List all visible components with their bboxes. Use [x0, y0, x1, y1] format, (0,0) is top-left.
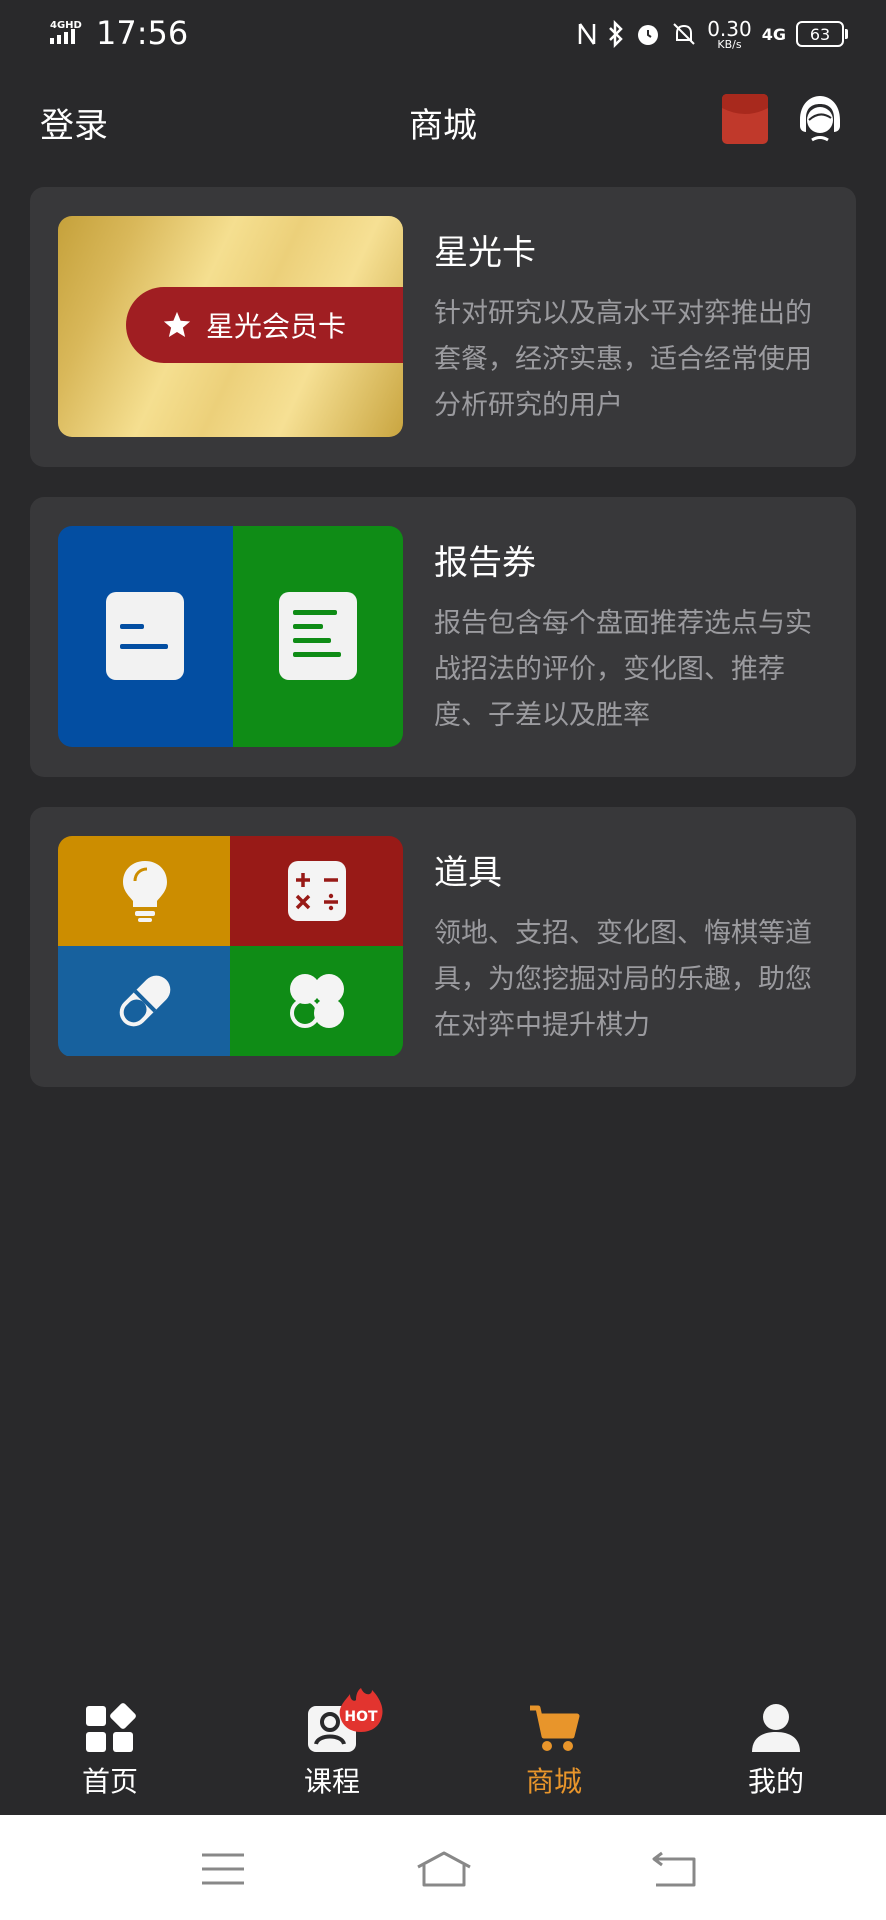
card-description: 针对研究以及高水平对弈推出的套餐，经济实惠，适合经常使用分析研究的用户 — [434, 298, 812, 421]
report-voucher-image — [58, 526, 403, 747]
star-card-image: 星光会员卡 — [58, 216, 403, 437]
nav-label: 首页 — [81, 1765, 138, 1798]
store-page: 4GHD 17:56 0.30 KB/s 4G 63 登录 商城 星光会员卡 星… — [0, 0, 886, 1920]
user-icon — [752, 1704, 800, 1752]
status-time: 17:56 — [96, 14, 189, 52]
nav-course[interactable]: HOT 课程 — [262, 1688, 402, 1815]
card-description: 领地、支招、变化图、悔棋等道具，为您挖掘对局的乐趣，助您在对弈中提升棋力 — [434, 918, 812, 1041]
card-description: 报告包含每个盘面推荐选点与实战招法的评价，变化图、推荐度、子差以及胜率 — [434, 608, 812, 731]
card-title: 道具 — [434, 853, 502, 893]
red-envelope-icon[interactable] — [722, 94, 768, 144]
tools-item[interactable]: 道具 领地、支招、变化图、悔棋等道具，为您挖掘对局的乐趣，助您在对弈中提升棋力 — [30, 807, 856, 1087]
hot-badge: HOT — [339, 1688, 383, 1732]
nav-label: 商城 — [525, 1765, 582, 1798]
card-title: 星光卡 — [434, 233, 536, 273]
speed-value: 0.30 — [707, 16, 752, 41]
customer-service-icon[interactable] — [796, 94, 844, 144]
home-icon[interactable] — [414, 1849, 474, 1889]
nav-mine[interactable]: 我的 — [706, 1688, 846, 1815]
pill-tile — [58, 946, 231, 1056]
cart-icon — [530, 1705, 580, 1751]
stones-tile — [230, 946, 403, 1056]
battery-icon: 63 — [796, 21, 848, 47]
nav-label: 课程 — [303, 1765, 360, 1798]
battery-level: 63 — [809, 24, 831, 44]
speed-unit: KB/s — [717, 37, 742, 51]
report-voucher-item[interactable]: 报告券 报告包含每个盘面推荐选点与实战招法的评价，变化图、推荐度、子差以及胜率 — [30, 497, 856, 777]
back-icon[interactable] — [650, 1849, 700, 1889]
network-speed: 0.30 KB/s — [707, 19, 752, 50]
network-type-label: 4GHD — [50, 20, 82, 31]
report-blue-panel — [58, 526, 233, 747]
pill-icon — [119, 975, 170, 1027]
nav-label: 我的 — [747, 1765, 804, 1798]
star-icon — [163, 311, 191, 337]
nav-home[interactable]: 首页 — [40, 1688, 180, 1815]
nav-store[interactable]: 商城 — [484, 1688, 624, 1815]
bottom-navigation: 首页 HOT 课程 商城 我的 — [0, 1688, 886, 1815]
signal-icon: 4GHD — [50, 20, 82, 44]
alarm-icon — [638, 25, 659, 45]
short-document-icon — [106, 592, 184, 680]
card-title: 报告券 — [434, 543, 536, 583]
hint-tile — [58, 836, 231, 946]
system-navigation-bar — [0, 1815, 886, 1920]
network-label: 4G — [761, 24, 786, 44]
go-stones-icon — [289, 974, 344, 1028]
report-green-panel — [233, 526, 403, 747]
status-icons: 0.30 KB/s 4G 63 — [567, 14, 848, 54]
tools-image — [58, 836, 403, 1057]
menu-icon[interactable] — [198, 1849, 248, 1889]
mute-bell-icon — [673, 23, 695, 45]
status-bar: 4GHD 17:56 0.30 KB/s 4G 63 — [0, 0, 886, 68]
member-card-ribbon: 星光会员卡 — [126, 287, 403, 363]
app-header: 登录 商城 — [0, 82, 886, 158]
calculator-icon — [287, 861, 346, 921]
home-grid-icon — [86, 1703, 136, 1752]
lightbulb-icon — [122, 861, 167, 922]
long-document-icon — [279, 592, 357, 680]
member-card-label: 星光会员卡 — [206, 310, 347, 343]
calculator-tile — [230, 836, 403, 946]
star-card-item[interactable]: 星光会员卡 星光卡 针对研究以及高水平对弈推出的套餐，经济实惠，适合经常使用分析… — [30, 187, 856, 467]
bluetooth-icon — [609, 20, 623, 48]
hot-badge-label: HOT — [344, 1709, 378, 1725]
nfc-icon — [578, 23, 596, 45]
